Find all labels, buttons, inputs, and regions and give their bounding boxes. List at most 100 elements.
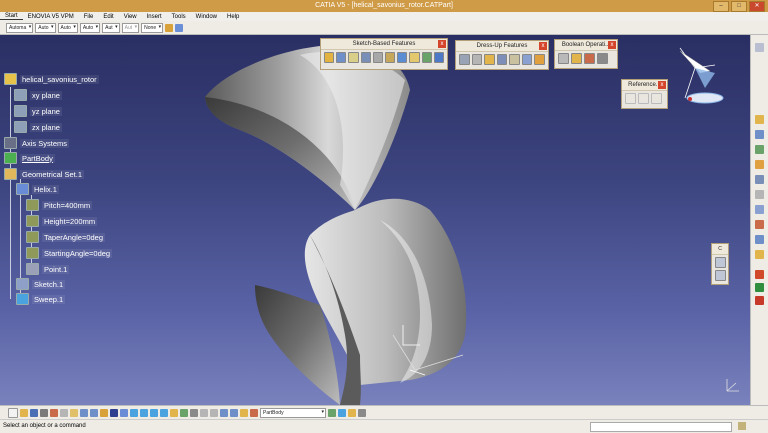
close-surface-icon[interactable] [755,250,764,259]
color-combo[interactable]: Automa [6,22,34,33]
painter-icon[interactable] [165,23,174,32]
add-icon[interactable] [571,53,582,64]
tree-item-pitch[interactable]: Pitch=400mm [26,199,93,211]
iso-view-icon[interactable] [180,409,188,417]
print-icon[interactable] [40,409,48,417]
insert-geometrical-set-icon[interactable] [338,409,346,417]
line-weight-combo[interactable]: Auto [57,22,78,33]
fly-mode-icon[interactable] [110,409,118,417]
removed-multisection-icon[interactable] [433,52,445,63]
split-icon[interactable] [755,220,764,229]
3d-viewport[interactable]: helical_savonius_rotor xy plane yz plane… [0,35,750,405]
zoom-out-icon[interactable] [160,409,168,417]
rotate-icon[interactable] [140,409,148,417]
tree-item-height[interactable]: Height=200mm [26,215,98,227]
line-type-combo[interactable]: Auto [79,22,101,33]
undo-icon[interactable] [80,409,88,417]
hole-icon[interactable] [372,52,384,63]
draft-analysis-icon[interactable] [755,283,764,292]
swap-space-icon[interactable] [210,409,218,417]
pad-icon[interactable] [324,52,335,63]
point-symbol-combo[interactable]: Aut [102,22,120,33]
rib-icon[interactable] [385,52,396,63]
menu-start[interactable]: Start [0,13,23,20]
point-icon[interactable] [625,93,636,104]
menu-tools[interactable]: Tools [167,14,191,20]
update-icon[interactable] [240,409,248,417]
close-icon[interactable]: x [438,40,446,48]
thick-surface-icon[interactable] [755,235,764,244]
shell-icon[interactable] [496,54,508,65]
thickness-icon[interactable] [509,54,520,65]
draft-icon[interactable] [484,54,495,65]
sketcher-icon[interactable] [220,409,228,417]
tree-item-point[interactable]: Point.1 [26,263,70,275]
shading-icon[interactable] [190,409,198,417]
tree-item-axis-systems[interactable]: Axis Systems [4,137,70,149]
minimize-icon[interactable]: – [713,1,729,12]
tree-item-sweep[interactable]: Sweep.1 [16,293,66,305]
formula-icon[interactable] [755,160,764,169]
menu-window[interactable]: Window [191,14,222,20]
catalog-icon[interactable] [358,409,366,417]
body-select[interactable]: PartBody [260,408,326,418]
painter-icon[interactable] [348,409,356,417]
transparency-combo[interactable]: Auto [35,22,56,33]
constraint-tool-icon[interactable] [755,145,764,154]
constraint-icon[interactable] [715,257,726,268]
close-icon[interactable]: x [608,41,616,49]
law-icon[interactable] [755,175,764,184]
tree-item-yz-plane[interactable]: yz plane [14,105,62,117]
sketch-icon[interactable] [755,43,764,52]
hide-show-icon[interactable] [200,409,208,417]
tree-item-xy-plane[interactable]: xy plane [14,89,62,101]
menu-help[interactable]: Help [222,14,244,20]
menu-insert[interactable]: Insert [142,14,167,20]
tree-root[interactable]: helical_savonius_rotor [4,73,99,85]
slot-icon[interactable] [397,52,408,63]
zoom-in-icon[interactable] [150,409,158,417]
copy-icon[interactable] [60,409,68,417]
close-icon[interactable]: x [539,42,547,50]
apply-material-icon[interactable] [755,130,764,139]
insert-body-icon[interactable] [328,409,336,417]
curvature-icon[interactable] [755,296,764,305]
analysis-icon[interactable] [755,270,764,279]
tree-item-taper-angle[interactable]: TaperAngle=0deg [26,231,106,243]
cut-icon[interactable] [50,409,58,417]
chamfer-icon[interactable] [471,54,483,65]
groove-icon[interactable] [360,52,371,63]
fillet-icon[interactable] [459,54,470,65]
menu-edit[interactable]: Edit [98,14,118,20]
tree-item-geometrical-set[interactable]: Geometrical Set.1 [4,168,85,180]
menu-file[interactable]: File [79,14,99,20]
tree-item-zx-plane[interactable]: zx plane [14,121,62,133]
command-input[interactable] [590,422,732,432]
tree-item-sketch[interactable]: Sketch.1 [16,278,66,290]
assemble-icon[interactable] [558,53,569,64]
stiffener-icon[interactable] [409,52,420,63]
menu-enovia[interactable]: ENOVIA V5 VPM [23,14,79,20]
thread-icon[interactable] [521,54,533,65]
maximize-icon[interactable]: □ [731,1,747,12]
save-icon[interactable] [30,409,38,417]
pattern-icon[interactable] [755,205,764,214]
whats-this-icon[interactable] [100,409,108,417]
close-icon[interactable]: ✕ [749,1,765,12]
remove-face-icon[interactable] [534,54,546,65]
exit-workbench-icon[interactable] [230,409,238,417]
tree-item-helix[interactable]: Helix.1 [16,183,59,195]
measure-icon[interactable] [755,115,764,124]
remove-icon[interactable] [584,53,595,64]
paste-icon[interactable] [70,409,78,417]
command-go-icon[interactable] [738,422,746,430]
tree-item-partbody[interactable]: PartBody [4,152,55,164]
redo-icon[interactable] [90,409,98,417]
open-icon[interactable] [20,409,28,417]
tree-item-starting-angle[interactable]: StartingAngle=0deg [26,247,113,259]
compass-icon[interactable] [660,43,730,113]
constraint-defined-icon[interactable] [715,270,726,281]
intersect-icon[interactable] [597,53,608,64]
pan-icon[interactable] [130,409,138,417]
properties-icon[interactable] [175,23,184,32]
